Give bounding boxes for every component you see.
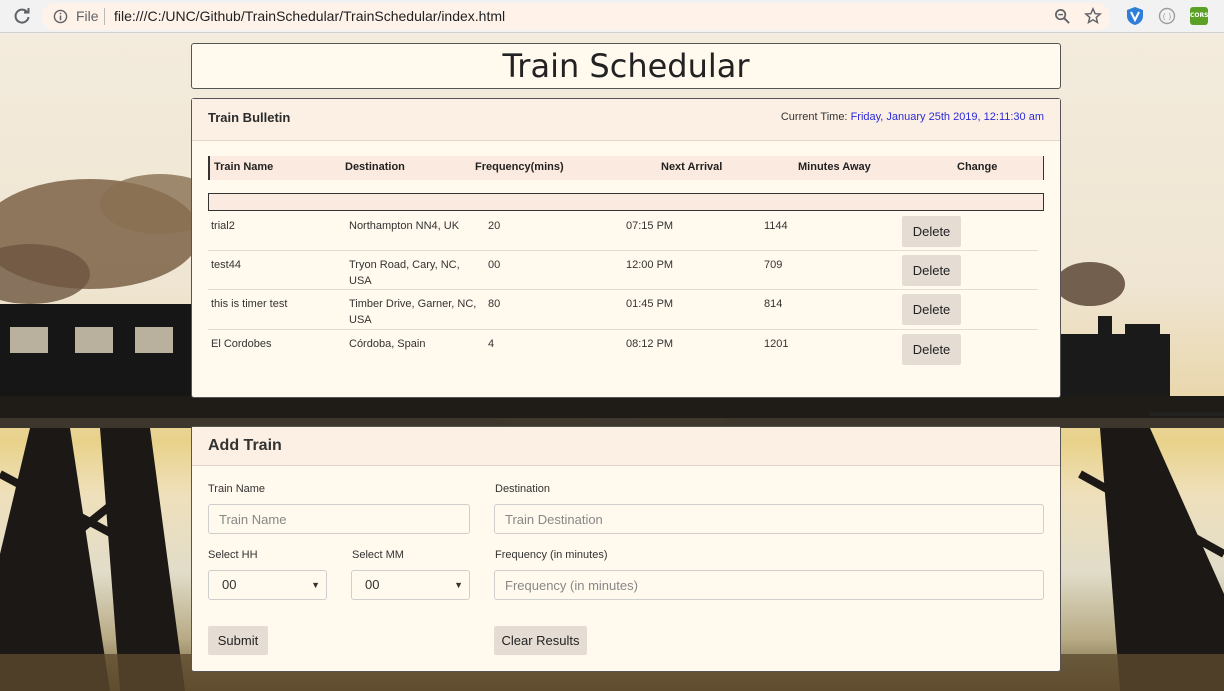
- table-row: this is timer test Timber Drive, Garner,…: [208, 290, 1038, 330]
- delete-button[interactable]: Delete: [902, 334, 961, 365]
- clear-results-button[interactable]: Clear Results: [494, 626, 587, 655]
- info-icon[interactable]: [53, 9, 68, 24]
- minute-select-value: 00: [365, 577, 380, 592]
- delete-button[interactable]: Delete: [902, 294, 961, 325]
- current-time: Current Time: Friday, January 25th 2019,…: [781, 111, 1044, 123]
- bookmark-star-icon[interactable]: [1084, 7, 1102, 25]
- hour-select-label: Select HH: [208, 549, 258, 561]
- cors-extension-icon[interactable]: CORS: [1190, 7, 1208, 25]
- extension-circle-icon[interactable]: ( ): [1158, 7, 1176, 25]
- zoom-icon[interactable]: [1054, 8, 1071, 25]
- page-title-panel: Train Schedular: [191, 43, 1061, 89]
- submit-button[interactable]: Submit: [208, 626, 268, 655]
- url-scheme: File: [76, 8, 99, 24]
- table-row: El Cordobes Córdoba, Spain 4 08:12 PM 12…: [208, 330, 1038, 369]
- current-time-label: Current Time:: [780, 111, 848, 123]
- minute-select-label: Select MM: [352, 549, 404, 561]
- hour-select-value: 00: [222, 577, 237, 592]
- cell-minutes-away: 1201: [764, 338, 789, 350]
- train-name-input[interactable]: [208, 504, 470, 534]
- cell-train-name: test44: [211, 259, 241, 271]
- cell-next-arrival: 01:45 PM: [626, 298, 674, 310]
- column-header-change: Change: [957, 161, 998, 173]
- page-title: Train Schedular: [502, 47, 750, 85]
- train-bulletin-card: Train Bulletin Current Time: Friday, Jan…: [191, 98, 1061, 398]
- add-train-title: Add Train: [208, 437, 282, 454]
- cell-destination: Northampton NN4, UK: [349, 220, 460, 232]
- select-arrow-icon: ▼: [454, 580, 463, 590]
- current-time-value: Friday, January 25th 2019, 12:11:30 am: [850, 111, 1044, 123]
- add-train-card: Add Train Train Name Destination Select …: [191, 426, 1061, 672]
- add-train-header: Add Train: [192, 427, 1060, 466]
- column-header-minutes-away: Minutes Away: [798, 161, 871, 173]
- cell-destination: Córdoba, Spain: [349, 338, 426, 350]
- cell-train-name: trial2: [211, 220, 235, 232]
- cell-next-arrival: 08:12 PM: [626, 338, 674, 350]
- delete-button[interactable]: Delete: [902, 216, 961, 247]
- cell-frequency: 4: [488, 338, 495, 350]
- delete-button[interactable]: Delete: [902, 255, 961, 286]
- cell-train-name: El Cordobes: [211, 338, 272, 350]
- address-divider: [104, 8, 105, 25]
- cell-minutes-away: 1144: [764, 220, 788, 232]
- cell-next-arrival: 07:15 PM: [626, 220, 674, 232]
- cell-frequency: 20: [488, 220, 501, 232]
- table-row: test44 Tryon Road, Cary, NC, USA 00 12:0…: [208, 251, 1038, 290]
- shield-extension-icon[interactable]: [1126, 6, 1144, 26]
- cell-train-name: this is timer test: [211, 298, 288, 310]
- reload-icon[interactable]: [12, 6, 32, 26]
- url-text[interactable]: file:///C:/UNC/Github/TrainSchedular/Tra…: [114, 8, 505, 24]
- empty-table-row: [208, 193, 1044, 211]
- frequency-label: Frequency (in minutes): [495, 549, 608, 561]
- svg-text:( ): ( ): [1163, 12, 1172, 21]
- cell-destination: Timber Drive, Garner, NC, USA: [349, 298, 477, 326]
- table-row: trial2 Northampton NN4, UK 20 07:15 PM 1…: [208, 212, 1038, 251]
- destination-label: Destination: [495, 483, 551, 495]
- cell-next-arrival: 12:00 PM: [626, 259, 674, 271]
- column-header-destination: Destination: [345, 161, 405, 173]
- schedule-table-header: Train Name Destination Frequency(mins) N…: [208, 156, 1044, 180]
- bulletin-title: Train Bulletin: [208, 110, 291, 125]
- select-arrow-icon: ▼: [311, 580, 320, 590]
- cell-frequency: 80: [488, 298, 501, 310]
- browser-toolbar: File file:///C:/UNC/Github/TrainSchedula…: [0, 0, 1224, 33]
- destination-input[interactable]: [494, 504, 1044, 534]
- minute-select[interactable]: 00 ▼: [351, 570, 470, 600]
- hour-select[interactable]: 00 ▼: [208, 570, 327, 600]
- cell-minutes-away: 709: [764, 259, 783, 271]
- train-name-label: Train Name: [208, 483, 266, 495]
- cell-destination: Tryon Road, Cary, NC, USA: [349, 259, 460, 287]
- bulletin-header: Train Bulletin Current Time: Friday, Jan…: [192, 99, 1060, 141]
- cell-minutes-away: 814: [764, 298, 783, 310]
- frequency-input[interactable]: [494, 570, 1044, 600]
- cell-frequency: 00: [488, 259, 501, 271]
- column-header-next-arrival: Next Arrival: [661, 161, 723, 173]
- address-bar[interactable]: File file:///C:/UNC/Github/TrainSchedula…: [42, 3, 1110, 30]
- column-header-frequency: Frequency(mins): [475, 161, 564, 173]
- column-header-train-name: Train Name: [214, 161, 274, 173]
